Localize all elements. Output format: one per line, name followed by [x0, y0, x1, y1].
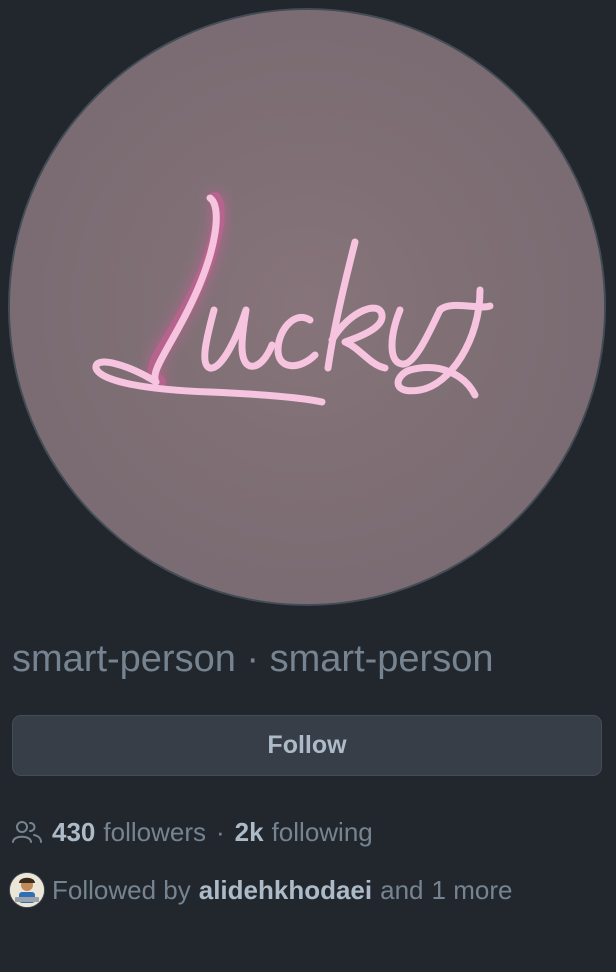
following-link[interactable]: 2k following	[235, 817, 373, 848]
following-label: following	[271, 816, 373, 847]
user-avatar-icon[interactable]	[10, 873, 44, 907]
lucky-neon-logo	[10, 10, 604, 604]
followed-by-conjunction: and	[380, 874, 424, 905]
followers-count: 430	[52, 816, 96, 847]
followed-by-prefix: Followed by	[52, 874, 191, 905]
following-count: 2k	[234, 816, 264, 847]
people-icon	[12, 820, 44, 844]
followed-by-user-link[interactable]: alidehkhodaei	[199, 875, 372, 906]
profile-names: smart-person · smart-person	[12, 636, 493, 682]
stats-separator: ·	[215, 816, 225, 847]
followers-label: followers	[103, 816, 206, 847]
follow-button[interactable]: Follow	[12, 715, 602, 776]
display-name: smart-person	[12, 638, 236, 680]
followed-by: Followed by alidehkhodaei and 1 more	[10, 871, 512, 909]
profile-avatar[interactable]	[10, 10, 604, 604]
name-separator: ·	[246, 638, 260, 680]
followers-link[interactable]: 430 followers	[52, 817, 206, 848]
followed-by-more-link[interactable]: 1 more	[432, 875, 513, 906]
username: smart-person	[269, 638, 494, 680]
follow-stats: 430 followers · 2k following	[12, 813, 373, 851]
